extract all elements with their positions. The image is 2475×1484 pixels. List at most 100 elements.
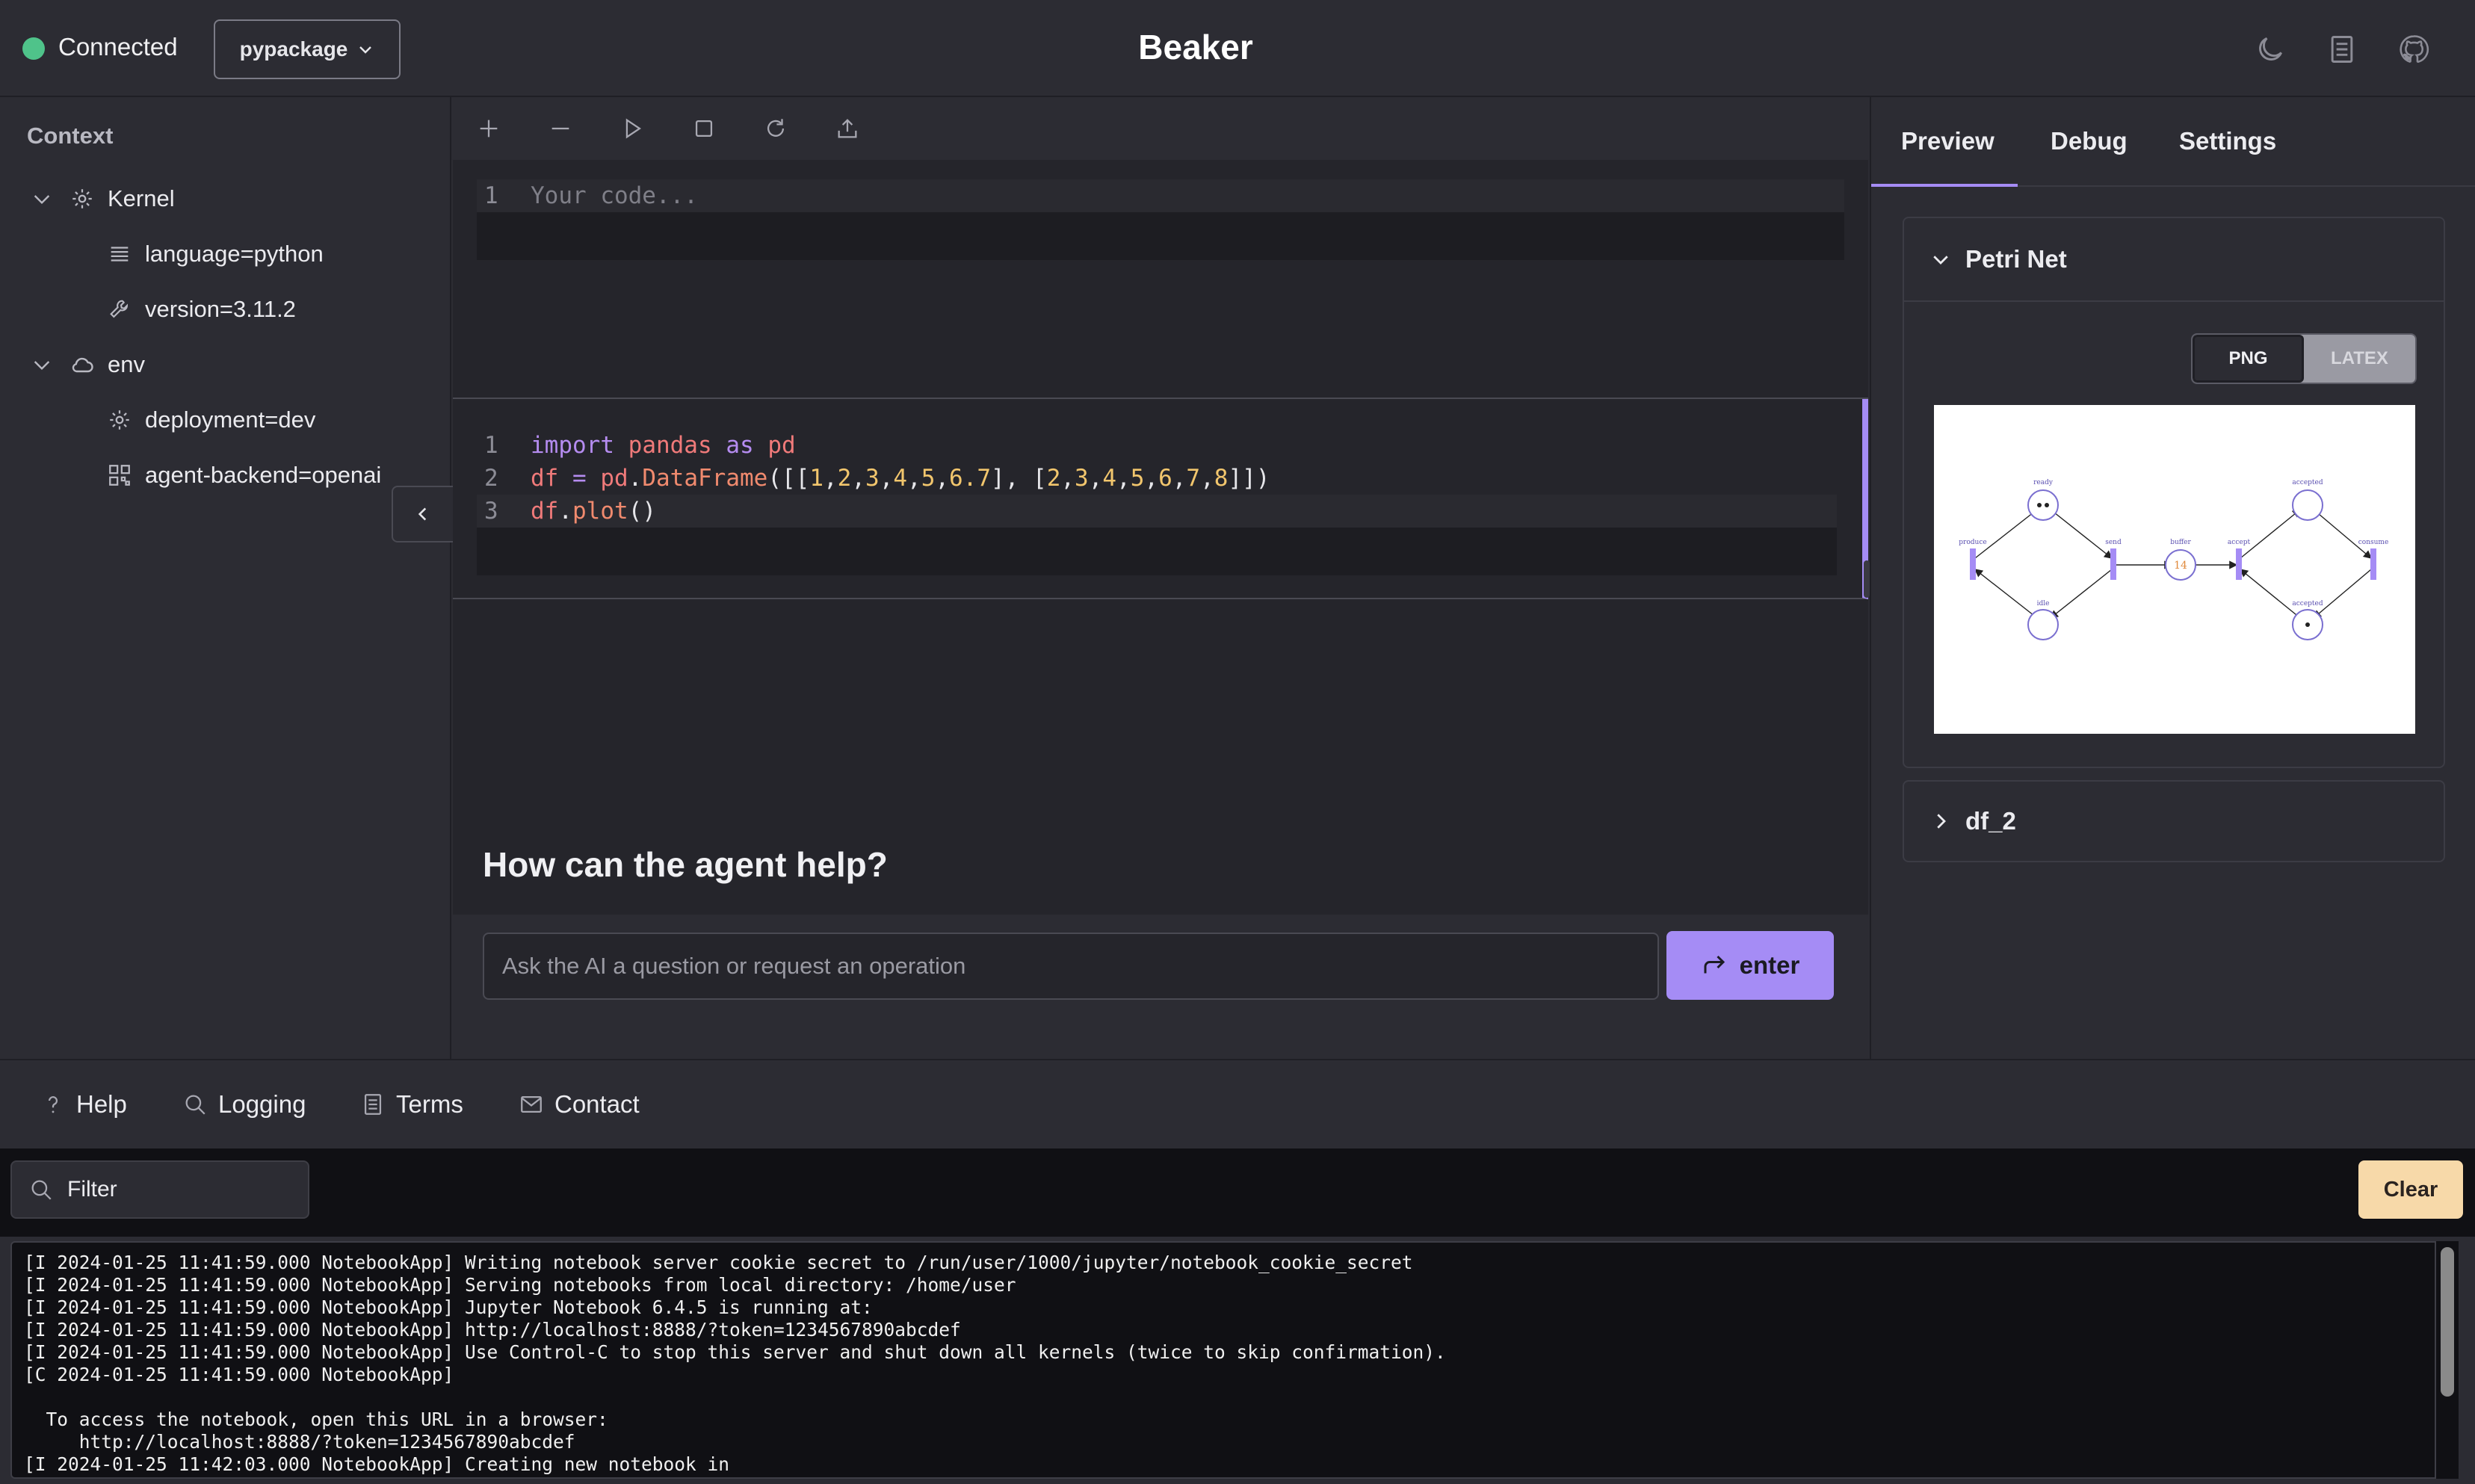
df2-card[interactable]: df_2: [1903, 780, 2445, 862]
clear-logs-button[interactable]: Clear: [2358, 1160, 2463, 1219]
chevron-down-icon[interactable]: [27, 350, 57, 380]
format-toggle[interactable]: PNG LATEX: [2191, 333, 2417, 384]
code-line-2[interactable]: df = pd.DataFrame([[1,2,3,4,5,6.7], [2,3…: [514, 462, 1270, 495]
list-icon: [105, 239, 135, 269]
log-output[interactable]: [I 2024-01-25 11:41:59.000 NotebookApp] …: [10, 1241, 2444, 1479]
chevron-down-icon[interactable]: [27, 184, 57, 214]
code-cell[interactable]: 1 Your code...: [477, 179, 1844, 260]
tab-help[interactable]: Help: [40, 1090, 127, 1119]
tab-logging[interactable]: Logging: [182, 1090, 306, 1119]
gear-icon: [67, 184, 97, 214]
petri-net-card: Petri Net PNG LATEX 14 ready idle produc…: [1903, 217, 2445, 768]
place-label: accepted: [2292, 600, 2323, 607]
play-icon: [619, 116, 645, 141]
code-placeholder[interactable]: Your code...: [514, 179, 698, 212]
refresh-icon: [763, 116, 788, 141]
tree-leaf-agent-backend[interactable]: agent-backend=openai: [105, 460, 381, 490]
log-scrollbar-thumb[interactable]: [2441, 1247, 2454, 1397]
log-filter-input[interactable]: Filter: [10, 1160, 309, 1219]
search-icon: [28, 1177, 54, 1202]
question-icon: [40, 1092, 66, 1117]
restart-button[interactable]: [759, 112, 792, 145]
log-scrollbar[interactable]: [2435, 1241, 2459, 1479]
tree-node-env[interactable]: env: [27, 350, 145, 380]
tab-settings[interactable]: Settings: [2179, 127, 2276, 155]
chevron-left-icon: [413, 504, 433, 524]
docs-icon[interactable]: [2326, 33, 2358, 66]
document-icon: [360, 1092, 386, 1117]
log-line: [I 2024-01-25 11:41:59.000 NotebookApp] …: [24, 1341, 1446, 1363]
format-option-latex[interactable]: LATEX: [2304, 335, 2415, 383]
context-sidebar: Context Kernel language=python version=3…: [0, 97, 453, 1059]
log-line: [I 2024-01-25 11:41:59.000 NotebookApp] …: [24, 1319, 961, 1341]
log-line: [C 2024-01-25 11:41:59.000 NotebookApp]: [24, 1364, 454, 1385]
tab-contact-label: Contact: [554, 1090, 640, 1118]
transition-label: produce: [1959, 539, 1986, 546]
right-panel: Preview Debug Settings Petri Net PNG LAT…: [1870, 97, 2475, 1059]
transition-label: consume: [2358, 539, 2389, 546]
tab-terms[interactable]: Terms: [360, 1090, 463, 1119]
line-number: 3: [484, 498, 498, 525]
code-line-1[interactable]: import pandas as pd: [514, 429, 796, 462]
footer-tabs: Help Logging Terms Contact: [0, 1059, 2475, 1148]
tab-debug[interactable]: Debug: [2051, 127, 2128, 155]
github-icon[interactable]: [2397, 33, 2430, 66]
tab-contact[interactable]: Contact: [519, 1090, 640, 1119]
tab-help-label: Help: [76, 1090, 127, 1118]
petri-net-header[interactable]: Petri Net: [1904, 218, 2444, 302]
line-number: 2: [484, 465, 498, 492]
place-label: idle: [2037, 600, 2050, 607]
log-line: To access the notebook, open this URL in…: [24, 1409, 608, 1430]
export-button[interactable]: [831, 112, 864, 145]
chevron-down-icon: [356, 40, 374, 58]
transition-label: accept: [2228, 539, 2251, 546]
forward-arrow-icon: [1701, 952, 1728, 979]
cell-output: [477, 212, 1844, 260]
place-label: ready: [2033, 479, 2054, 486]
agent-query-input[interactable]: Ask the AI a question or request an oper…: [483, 933, 1659, 1000]
code-line-3[interactable]: df.plot(): [514, 495, 656, 528]
notebook-toolbar: [453, 97, 1868, 160]
app-header: Connected pypackage Beaker: [0, 0, 2475, 97]
log-line: [I 2024-01-25 11:41:59.000 NotebookApp] …: [24, 1252, 1413, 1273]
log-toolbar: Filter Clear: [0, 1148, 2475, 1237]
agent-prompt-title: How can the agent help?: [483, 845, 888, 884]
remove-cell-button[interactable]: [544, 112, 577, 145]
wrench-icon: [105, 294, 135, 324]
tree-leaf-language[interactable]: language=python: [105, 239, 324, 269]
collapse-sidebar-button[interactable]: [392, 486, 453, 542]
app-title: Beaker: [1138, 28, 1253, 67]
df2-title: df_2: [1965, 807, 2016, 835]
cloud-icon: [67, 350, 97, 380]
agent-submit-button[interactable]: enter: [1666, 931, 1834, 1000]
tree-node-kernel[interactable]: Kernel: [27, 184, 175, 214]
chevron-down-icon: [1929, 248, 1952, 270]
connection-status: Connected: [58, 33, 178, 61]
log-line: [I 2024-01-25 11:42:03.000 NotebookApp] …: [24, 1453, 730, 1475]
df2-header[interactable]: df_2: [1904, 782, 2444, 861]
gear-icon: [105, 405, 135, 435]
upload-icon: [835, 116, 860, 141]
code-cell-selected[interactable]: 1 import pandas as pd 2 df = pd.DataFram…: [477, 429, 1837, 575]
tree-leaf-deployment[interactable]: deployment=dev: [105, 405, 315, 435]
tab-terms-label: Terms: [396, 1090, 463, 1118]
place-label: buffer: [2170, 539, 2191, 546]
package-select[interactable]: pypackage: [214, 19, 401, 79]
stop-button[interactable]: [688, 112, 720, 145]
tree-leaf-label: language=python: [145, 241, 324, 267]
dark-mode-icon[interactable]: [2254, 33, 2287, 66]
tree-leaf-version[interactable]: version=3.11.2: [105, 294, 296, 324]
active-tab-indicator: [1871, 184, 2018, 187]
connection-status-dot: [22, 37, 45, 60]
run-cell-button[interactable]: [616, 112, 649, 145]
tab-preview[interactable]: Preview: [1901, 127, 1994, 155]
cell-list: 1 Your code... 1 import pandas as pd 2 d…: [453, 160, 1868, 915]
log-filter-placeholder: Filter: [67, 1177, 117, 1202]
add-cell-button[interactable]: [472, 112, 505, 145]
cell-output: [477, 528, 1837, 575]
panel-resize-handle[interactable]: [1864, 560, 1870, 598]
transition-label: send: [2105, 539, 2122, 546]
chevron-right-icon: [1929, 810, 1952, 832]
format-option-png[interactable]: PNG: [2193, 335, 2304, 383]
